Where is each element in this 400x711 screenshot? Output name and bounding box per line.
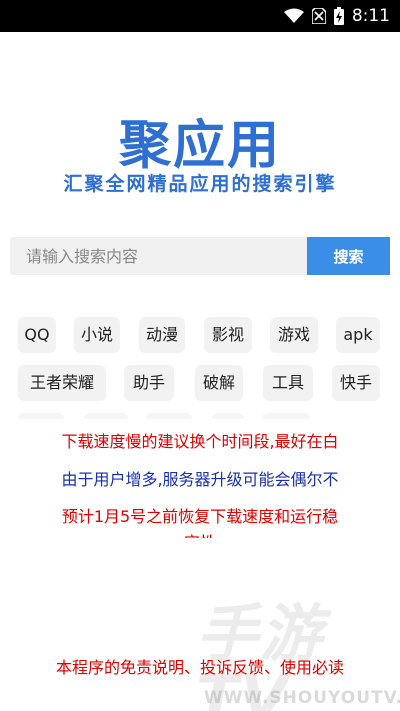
tag-novel[interactable]: 小说: [74, 317, 120, 353]
app-logo-title: 聚应用: [118, 116, 281, 176]
tag-crack[interactable]: 破解: [195, 365, 243, 401]
notice-dialog: 下载速度慢的建议换个时间段,最好在白 由于用户增多,服务器升级可能会偶尔不 预计…: [0, 419, 400, 538]
tag-movies[interactable]: 影视: [204, 317, 252, 353]
watermark-url: WWW.SHOUYOUTV.COM: [204, 688, 400, 708]
battery-charging-icon: [333, 7, 344, 25]
notice-line: 下载速度慢的建议换个时间段,最好在白: [61, 432, 339, 451]
tag-apk[interactable]: apk: [336, 317, 380, 353]
tag-tools[interactable]: 工具: [263, 365, 313, 401]
no-sim-icon: [311, 8, 326, 24]
status-time: 8:11: [351, 6, 390, 26]
wifi-icon: [283, 8, 304, 24]
tag-kuaishou[interactable]: 快手: [332, 365, 380, 401]
tag-assistant[interactable]: 助手: [124, 365, 174, 401]
search-button[interactable]: 搜索: [307, 237, 390, 275]
tag-honor-of-kings[interactable]: 王者荣耀: [18, 365, 106, 401]
notice-line: 预计1月5号之前恢复下载速度和运行稳: [61, 507, 339, 526]
status-icons: 8:11: [283, 0, 390, 32]
search-input[interactable]: [10, 237, 307, 275]
status-bar: 8:11: [0, 0, 400, 32]
tag-qq[interactable]: QQ: [18, 317, 56, 353]
notice-line: 由于用户增多,服务器升级可能会偶尔不: [61, 470, 339, 489]
tag-games[interactable]: 游戏: [270, 317, 318, 353]
notice-line: 定性: [0, 530, 400, 538]
disclaimer-link[interactable]: 本程序的免责说明、投诉反馈、使用必读: [0, 656, 400, 680]
app-logo-subtitle: 汇聚全网精品应用的搜索引擎: [63, 173, 337, 195]
tag-anime[interactable]: 动漫: [139, 317, 185, 353]
